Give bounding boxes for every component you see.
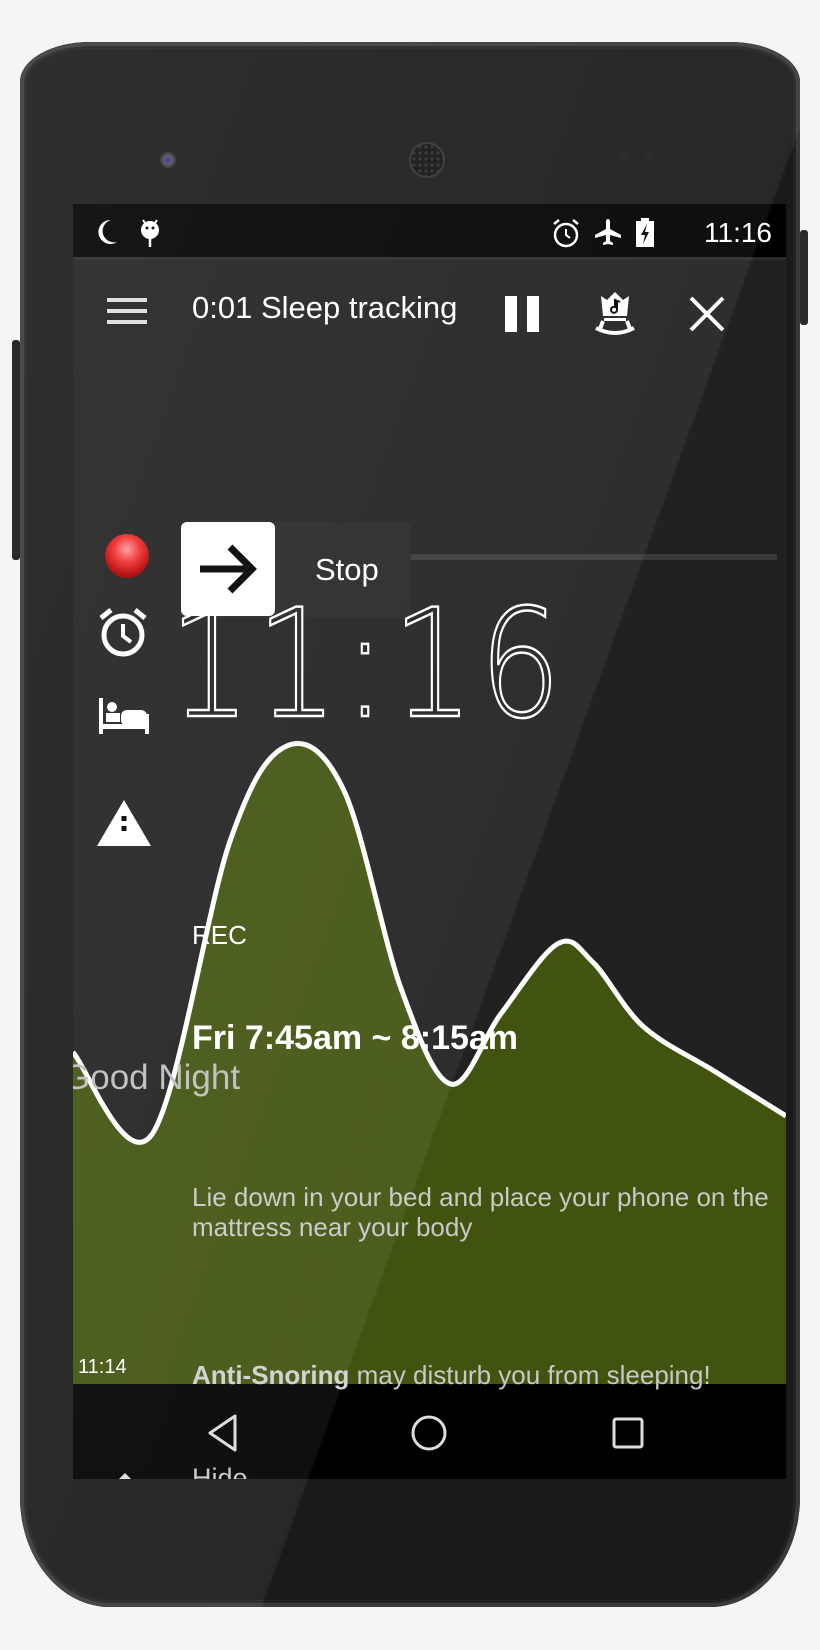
warning-text: may disturb you from sleeping!	[349, 1360, 711, 1390]
warning-bold: Anti-Snoring	[192, 1360, 350, 1390]
lullaby-cradle-icon	[595, 292, 635, 335]
page-title: 0:01 Sleep tracking	[192, 290, 458, 325]
alarm-time-range[interactable]: Fri 7:45am ~ 8:15am	[192, 1019, 786, 1058]
recents-button[interactable]	[603, 1408, 653, 1458]
android-icon	[139, 218, 161, 253]
pause-button[interactable]	[495, 286, 551, 342]
hamburger-menu-icon[interactable]	[107, 298, 147, 324]
back-icon	[208, 1414, 237, 1452]
hide-label: Hide	[192, 1463, 248, 1479]
recents-icon	[612, 1417, 644, 1449]
toolbar: 0:01 Sleep tracking	[73, 260, 786, 368]
rec-label: REC	[192, 920, 247, 950]
placement-hint: Lie down in your bed and place your phon…	[192, 1182, 769, 1242]
chart-start-time: 11:14	[78, 1356, 127, 1378]
light-sensor	[645, 152, 655, 162]
bed-icon	[97, 696, 151, 741]
back-button[interactable]	[198, 1408, 248, 1458]
screen: 11:14 11:16 0:01 Sleep tracking Stop 11:…	[73, 204, 786, 1479]
home-icon	[411, 1415, 447, 1451]
alarm-icon	[551, 218, 581, 253]
close-button[interactable]	[679, 286, 735, 342]
greeting-text: Good Night	[73, 1058, 241, 1097]
current-time-clock: 11:16	[168, 577, 567, 754]
close-icon	[689, 296, 725, 332]
home-button[interactable]	[404, 1408, 454, 1458]
lullaby-button[interactable]	[587, 286, 643, 342]
status-time: 11:16	[704, 217, 772, 248]
proximity-sensor	[620, 152, 630, 162]
anti-snoring-warning: Anti-Snoring may disturb you from sleepi…	[192, 1360, 786, 1391]
moon-icon	[95, 218, 119, 251]
status-bar: 11:16	[73, 204, 786, 260]
airplane-mode-icon	[593, 218, 623, 253]
earpiece-speaker	[409, 142, 445, 178]
phone-frame: 11:14 11:16 0:01 Sleep tracking Stop 11:…	[20, 42, 800, 1607]
battery-charging-icon	[635, 218, 655, 253]
hide-toggle[interactable]: Hide	[73, 1463, 323, 1479]
front-camera	[160, 152, 176, 168]
power-button	[800, 230, 808, 325]
recording-indicator-icon	[105, 534, 149, 578]
caret-up-icon	[111, 1471, 139, 1479]
volume-rocker	[12, 340, 20, 560]
pause-icon	[505, 296, 539, 332]
alarm-clock-icon	[97, 606, 149, 663]
warning-icon	[95, 798, 153, 853]
